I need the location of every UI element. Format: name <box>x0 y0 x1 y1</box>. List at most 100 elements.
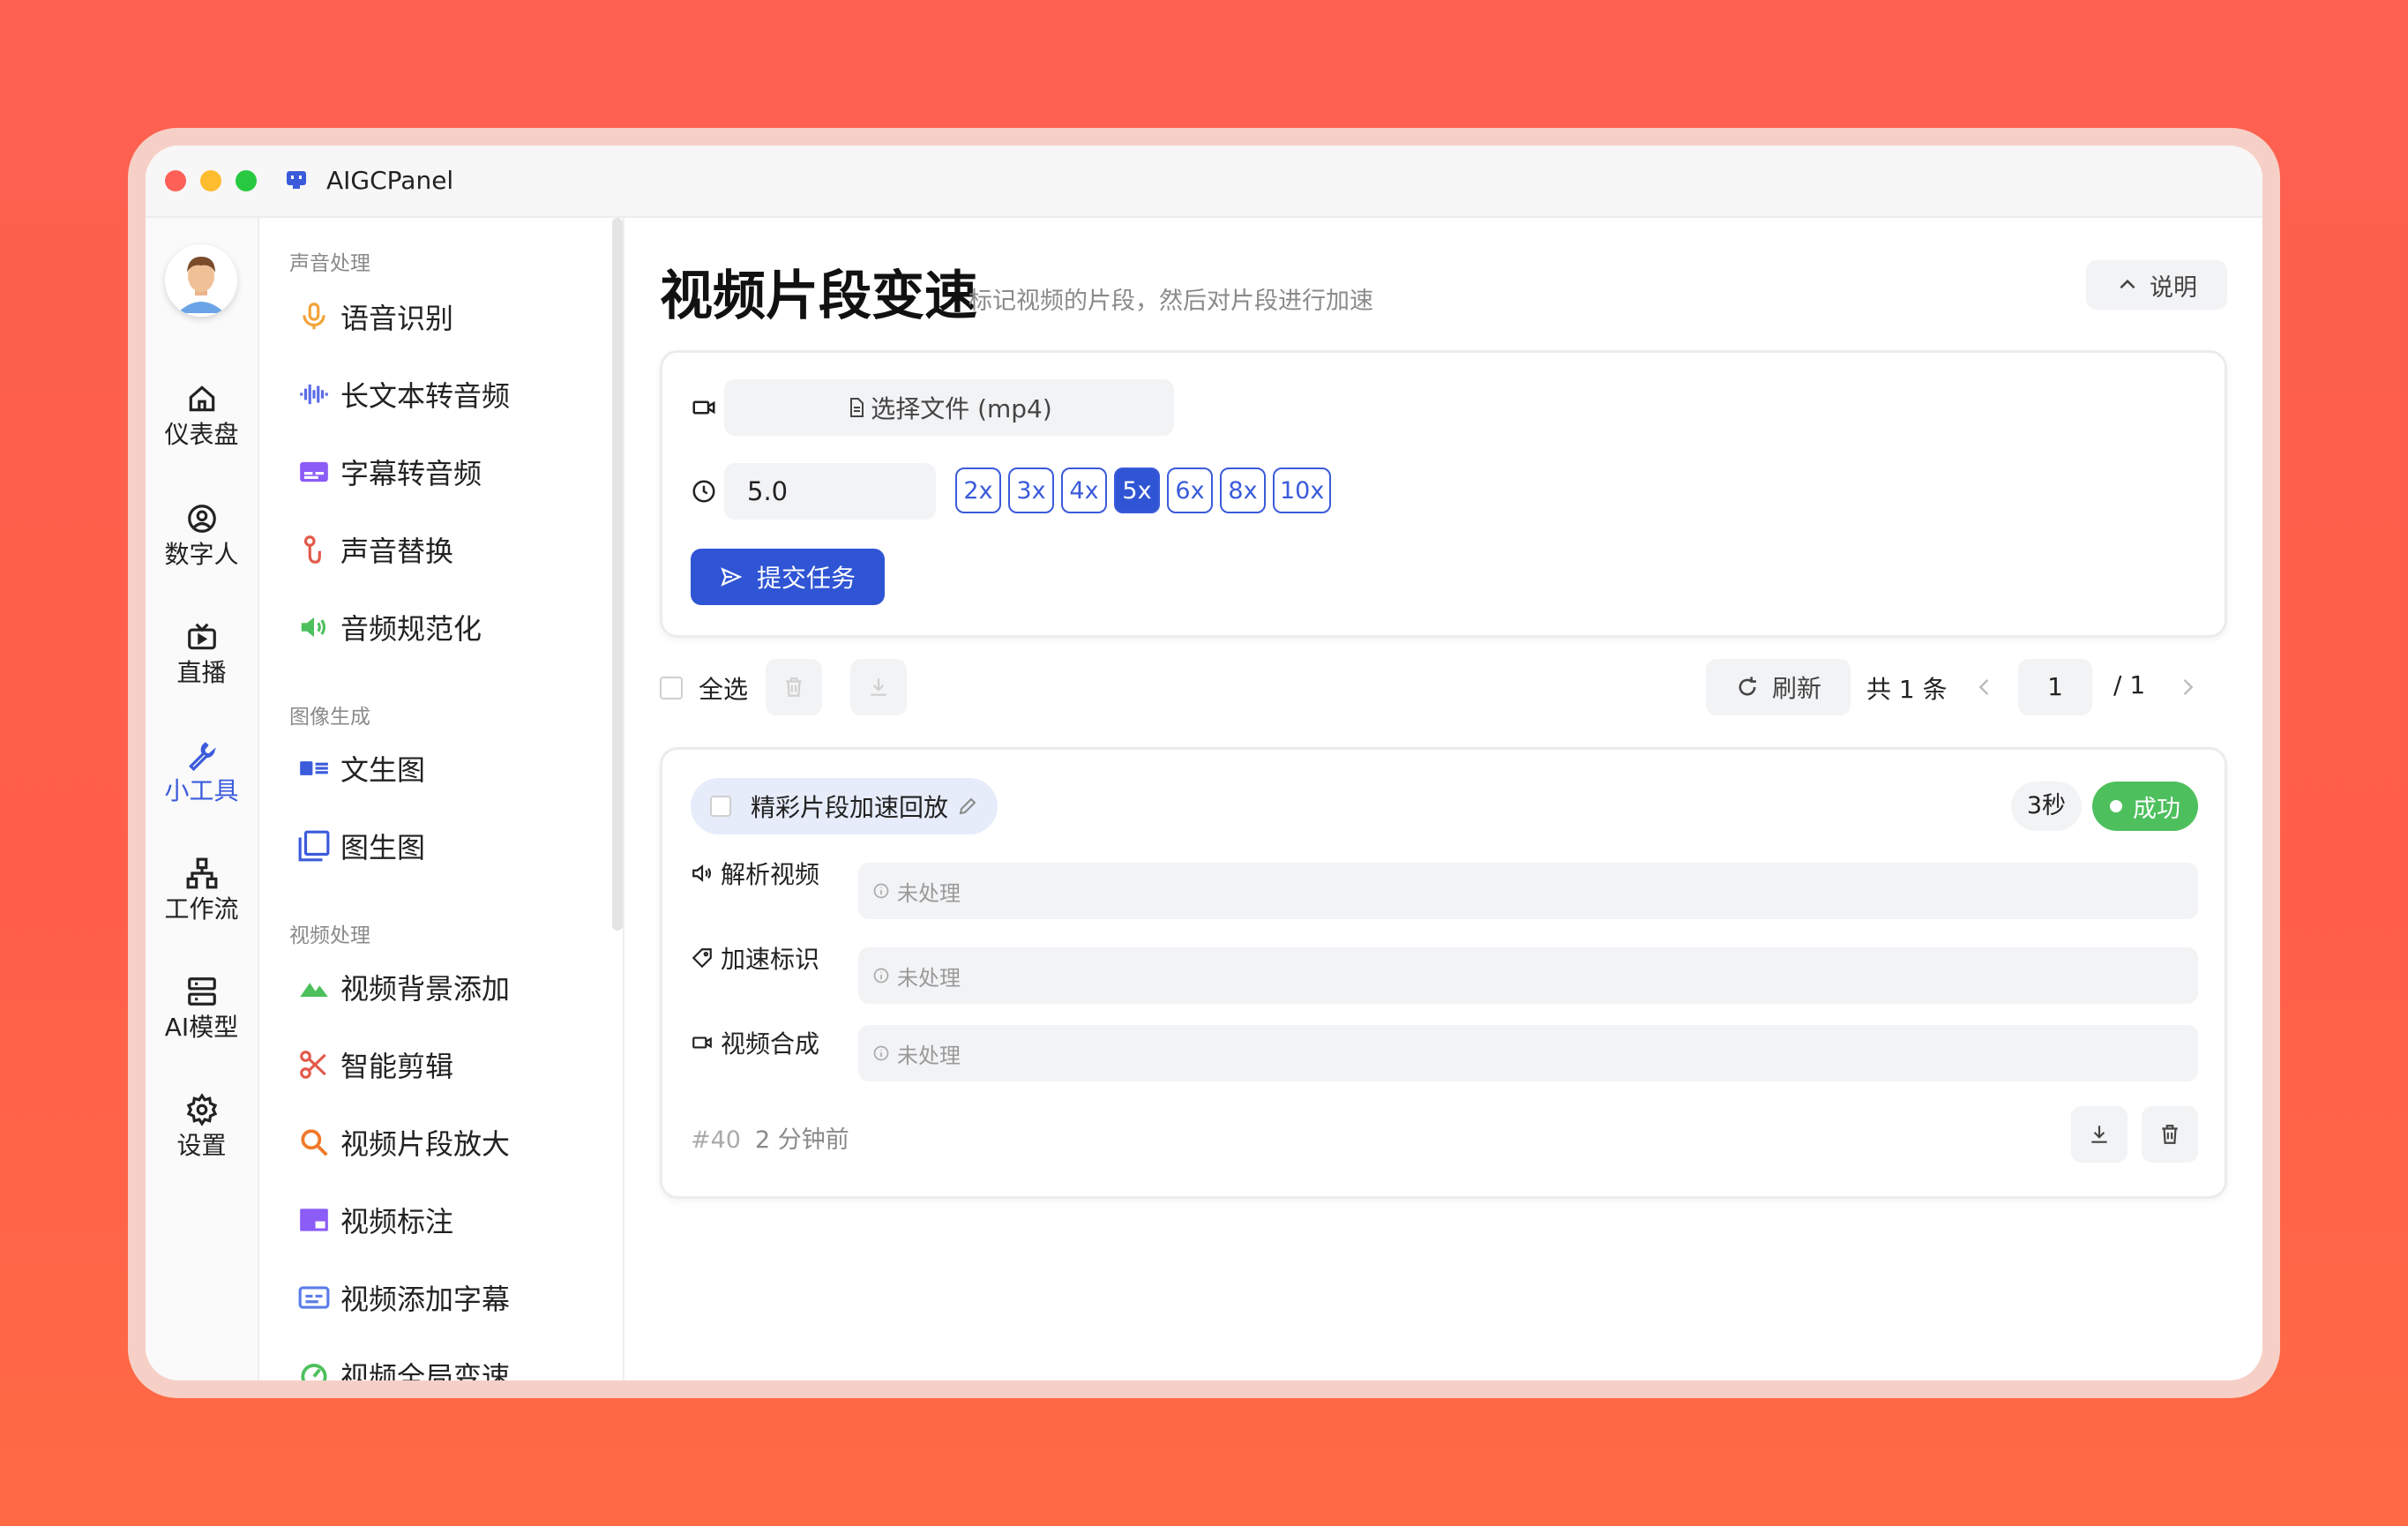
page-input[interactable]: 1 <box>2018 659 2092 715</box>
status-badge: 成功 <box>2092 782 2198 831</box>
menu-item-long-text-audio[interactable]: 长文本转音频 <box>296 368 510 421</box>
bulk-download-button[interactable] <box>850 659 907 715</box>
speed-option-6x[interactable]: 6x <box>1167 468 1213 513</box>
app-logo-icon <box>287 171 306 189</box>
trash-icon <box>2162 1125 2178 1144</box>
refresh-icon <box>1739 677 1756 696</box>
task-title-chip[interactable]: 精彩片段加速回放 <box>691 778 998 834</box>
step-status-parse: 未处理 <box>858 863 2198 919</box>
menu-item-speech-recognition[interactable]: 语音识别 <box>296 290 453 343</box>
task-duration: 3秒 <box>2010 782 2082 831</box>
group-title-image: 图像生成 <box>289 706 370 729</box>
step-label-text: 解析视频 <box>721 860 820 889</box>
speed-options: 2x 3x 4x 5x 6x 8x 10x <box>955 468 1332 513</box>
speed-option-2x[interactable]: 2x <box>955 468 1001 513</box>
mountain-icon <box>300 983 328 998</box>
edit-icon[interactable] <box>957 796 978 817</box>
menu-item-label: 视频添加字幕 <box>340 1283 511 1316</box>
menu-item-subtitle-audio[interactable]: 字幕转音频 <box>296 445 482 498</box>
step-status-text: 未处理 <box>897 965 961 991</box>
rail-item-label: 直播 <box>176 658 227 687</box>
speed-input[interactable]: 5.0 <box>724 463 936 520</box>
task-toolbar: 全选 刷新 共 1 条 1 / 1 <box>660 659 2227 717</box>
menu-item-video-global-speed[interactable]: 视频全局变速 <box>296 1349 510 1380</box>
rail-item-ai-model[interactable]: AI模型 <box>146 975 258 1044</box>
rail-item-digital-human[interactable]: 数字人 <box>146 502 258 571</box>
menu-item-video-subtitle[interactable]: 视频添加字幕 <box>296 1271 510 1324</box>
clock-icon <box>692 480 715 503</box>
menu-item-label: 音频规范化 <box>340 612 482 646</box>
help-button[interactable]: 说明 <box>2086 260 2227 310</box>
download-icon <box>2091 1126 2107 1143</box>
speed-option-5x[interactable]: 5x <box>1114 468 1160 513</box>
file-icon <box>850 398 864 417</box>
avatar[interactable] <box>165 244 237 317</box>
total-count: 共 1 条 <box>1866 675 1948 704</box>
task-delete-button[interactable] <box>2142 1106 2198 1163</box>
speed-option-4x[interactable]: 4x <box>1061 468 1107 513</box>
app-title: AIGCPanel <box>326 166 454 195</box>
rail-item-dashboard[interactable]: 仪表盘 <box>146 382 258 451</box>
waveform-icon <box>300 384 328 405</box>
step-label-compose: 视频合成 <box>691 1025 819 1060</box>
speed-option-8x[interactable]: 8x <box>1220 468 1266 513</box>
speed-option-10x[interactable]: 10x <box>1273 468 1332 513</box>
refresh-button[interactable]: 刷新 <box>1706 659 1851 715</box>
menu-item-voice-replace[interactable]: 声音替换 <box>296 523 453 576</box>
main-content: 视频片段变速 标记视频的片段，然后对片段进行加速 说明 选择文件 (mp4) 5… <box>624 218 2262 1380</box>
menu-item-video-background[interactable]: 视频背景添加 <box>296 961 510 1014</box>
page-total: / 1 <box>2113 670 2146 699</box>
user-circle-icon <box>187 505 216 533</box>
speed-option-3x[interactable]: 3x <box>1008 468 1054 513</box>
task-checkbox[interactable] <box>710 796 731 817</box>
step-label-text: 加速标识 <box>721 945 820 974</box>
microphone-icon <box>303 303 325 330</box>
rail-item-workflow[interactable]: 工作流 <box>146 857 258 925</box>
minimize-window-button[interactable] <box>200 170 221 191</box>
page-title: 视频片段变速 <box>660 266 977 327</box>
title-bar: AIGCPanel <box>146 146 2262 218</box>
annotation-icon <box>300 1208 328 1231</box>
bulk-delete-button[interactable] <box>766 659 822 715</box>
submit-task-button[interactable]: 提交任务 <box>691 549 885 605</box>
menu-item-video-zoom[interactable]: 视频片段放大 <box>296 1116 510 1169</box>
menu-scrollbar[interactable] <box>612 218 623 931</box>
menu-item-image-to-image[interactable]: 图生图 <box>296 819 425 872</box>
menu-item-video-annotate[interactable]: 视频标注 <box>296 1193 453 1246</box>
menu-item-text-to-image[interactable]: 文生图 <box>296 742 425 795</box>
maximize-window-button[interactable] <box>236 170 257 191</box>
select-all-label: 全选 <box>699 675 749 704</box>
menu-item-smart-clip[interactable]: 智能剪辑 <box>296 1038 453 1091</box>
refresh-label: 刷新 <box>1771 674 1821 703</box>
menu-item-label: 视频背景添加 <box>340 972 511 1006</box>
avatar-icon <box>165 244 237 317</box>
rail-item-tools[interactable]: 小工具 <box>146 738 258 807</box>
menu-item-audio-normalize[interactable]: 音频规范化 <box>296 601 482 654</box>
rail-item-label: AI模型 <box>164 1013 239 1042</box>
workflow-icon <box>186 857 217 889</box>
close-window-button[interactable] <box>165 170 186 191</box>
select-file-button[interactable]: 选择文件 (mp4) <box>724 379 1174 436</box>
chevron-right-icon[interactable] <box>2175 675 2200 699</box>
chevron-left-icon[interactable] <box>1972 675 1997 699</box>
menu-item-label: 图生图 <box>340 831 426 864</box>
menu-item-label: 视频全局变速 <box>340 1360 511 1380</box>
rail-item-settings[interactable]: 设置 <box>146 1093 258 1162</box>
image-stack-icon <box>298 830 330 862</box>
select-all-checkbox[interactable] <box>660 677 683 699</box>
menu-item-label: 长文本转音频 <box>340 379 511 413</box>
step-status-mark: 未处理 <box>858 947 2198 1004</box>
speaker-icon <box>692 864 712 882</box>
info-icon <box>873 883 889 899</box>
select-file-label: 选择文件 (mp4) <box>871 394 1052 423</box>
volume-icon <box>301 617 326 638</box>
rail-item-live[interactable]: 直播 <box>146 620 258 689</box>
task-meta: #40 2 分钟前 <box>691 1120 849 1155</box>
video-camera-icon <box>692 400 715 415</box>
task-time: 2 分钟前 <box>754 1126 849 1154</box>
step-label-mark: 加速标识 <box>691 940 819 976</box>
gear-icon <box>186 1093 217 1126</box>
tag-icon <box>692 948 712 969</box>
task-download-button[interactable] <box>2071 1106 2128 1163</box>
window-content: AIGCPanel 仪表盘 数字人 直播 小工具 工作流 AI模型 设置 声音处… <box>146 146 2262 1380</box>
